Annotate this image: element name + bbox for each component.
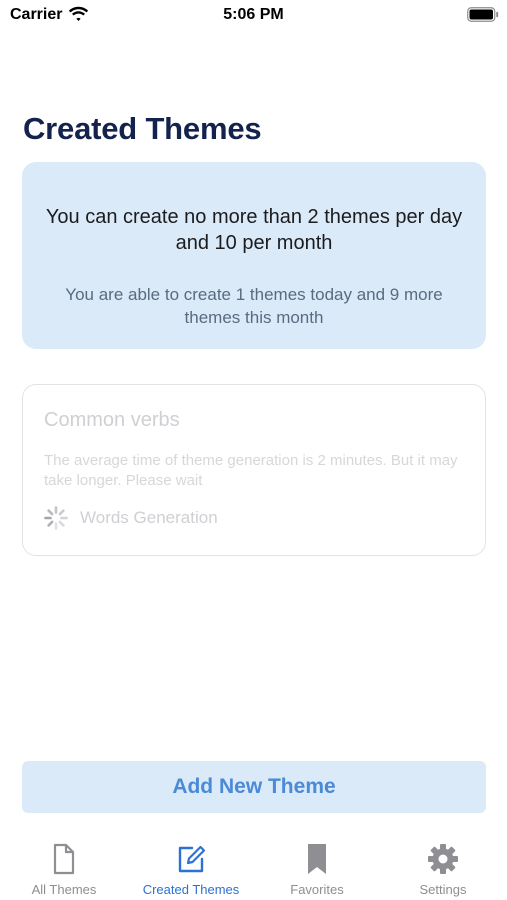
status-time: 5:06 PM (223, 6, 284, 23)
spinner-icon (44, 506, 68, 530)
tab-favorites[interactable]: Favorites (254, 830, 380, 900)
tab-settings-label: Settings (419, 882, 467, 897)
tab-all-themes[interactable]: All Themes (1, 830, 127, 900)
tab-created-themes-label: Created Themes (142, 882, 240, 897)
limits-info-card: You can create no more than 2 themes per… (22, 162, 486, 349)
tab-all-themes-label: All Themes (31, 882, 97, 897)
tab-favorites-label: Favorites (290, 882, 344, 897)
edit-icon (178, 845, 206, 873)
theme-card[interactable]: Common verbs The average time of theme g… (22, 384, 486, 556)
document-icon (53, 843, 75, 875)
tab-created-themes[interactable]: Created Themes (128, 830, 254, 900)
generation-status-label: Words Generation (80, 508, 218, 527)
add-new-theme-button[interactable]: Add New Theme (22, 761, 486, 813)
status-bar: Carrier 5:06 PM (0, 0, 507, 30)
bookmark-icon (308, 844, 326, 874)
tab-settings[interactable]: Settings (380, 830, 506, 900)
tab-bar: All Themes Created Themes Favorites Sett… (0, 830, 507, 900)
battery-icon (467, 7, 499, 22)
gear-icon (428, 844, 458, 874)
screen: Carrier 5:06 PM Created Themes You can c… (0, 0, 507, 900)
limits-main-text: You can create no more than 2 themes per… (45, 206, 463, 254)
limits-remaining-text: You are able to create 1 themes today an… (65, 285, 443, 327)
page-title: Created Themes (23, 111, 262, 146)
theme-name: Common verbs (44, 409, 180, 431)
theme-generation-note: The average time of theme generation is … (44, 452, 458, 489)
